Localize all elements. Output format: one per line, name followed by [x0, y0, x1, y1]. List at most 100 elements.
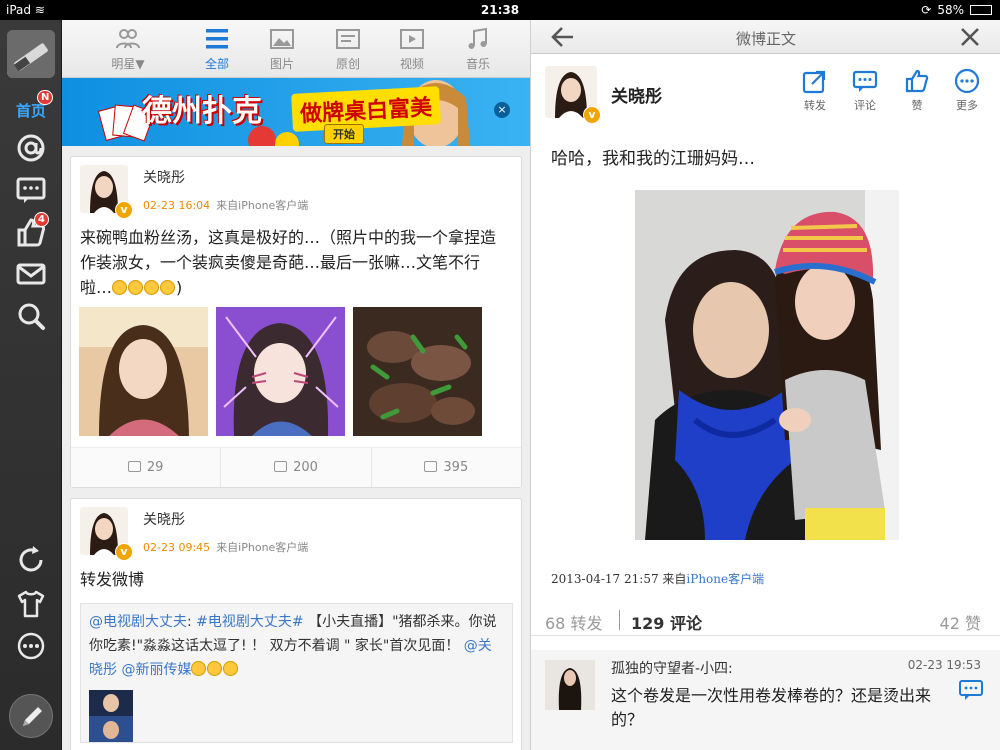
repost-count: 29 [146, 460, 164, 475]
rotation-lock-icon: ⟳ [921, 3, 932, 17]
comment-tab-label: 评论 [664, 614, 702, 633]
like-button[interactable]: 395 [372, 448, 521, 487]
feed-card[interactable]: v 关晓彤 02-23 16:04 来自iPhone客户端 来碗鸭血粉丝汤，这真是… [70, 156, 522, 488]
mention-link[interactable]: @电视剧大丈夫 [89, 614, 187, 630]
thinking-emoji-icon [191, 661, 207, 676]
mention-link[interactable]: @新丽传媒 [121, 662, 191, 678]
action-label: 更多 [956, 99, 978, 112]
sidebar-item-home[interactable]: 首页 [0, 96, 62, 126]
author-name[interactable]: 关晓彤 [143, 509, 185, 529]
detail-like-button[interactable]: 赞 [897, 68, 937, 113]
music-note-icon [468, 27, 487, 49]
detail-header: 微博正文 [531, 20, 1000, 54]
verified-badge-icon: v [115, 201, 133, 219]
tab-video[interactable]: 视频 [382, 26, 442, 76]
detail-photo[interactable] [635, 190, 899, 540]
message-icon[interactable] [15, 174, 47, 206]
thumbs-up-icon [424, 461, 438, 472]
detail-comment-tab[interactable]: 129 评论 [631, 610, 702, 634]
post-detail-panel: 微博正文 v 关晓彤 转发 评论 赞 更多 哈哈，我和我的江珊妈妈… 2013-… [530, 20, 1000, 750]
commenter-avatar[interactable] [545, 660, 595, 710]
battery-icon [970, 5, 992, 15]
thinking-emoji-icon [207, 661, 223, 676]
close-button[interactable] [959, 26, 981, 48]
post-meta: 02-23 16:04 来自iPhone客户端 [143, 197, 308, 213]
detail-stats: 68 转发 129 评论 42 赞 [531, 604, 1000, 636]
divider [619, 610, 620, 630]
post-actions: 29 200 395 [71, 447, 521, 487]
detail-time: 2013-04-17 21:57 来自 [551, 572, 687, 586]
detail-more-button[interactable]: 更多 [947, 68, 987, 113]
ad-title: 德州扑克 [142, 94, 262, 129]
user-avatar[interactable] [7, 30, 55, 78]
post-meta: 02-23 09:45 来自iPhone客户端 [143, 539, 308, 555]
comment-icon [852, 70, 878, 92]
repost-icon [127, 461, 141, 472]
list-icon [206, 29, 228, 49]
post-image[interactable] [216, 307, 345, 436]
detail-title: 微博正文 [735, 30, 796, 48]
detail-repost-count[interactable]: 68 转发 [545, 610, 602, 634]
commenter-name[interactable]: 孤独的守望者-小四: [611, 658, 733, 678]
grin-emoji-icon [128, 280, 144, 295]
ad-close-button[interactable]: × [494, 102, 510, 118]
detail-source-link[interactable]: iPhone客户端 [686, 572, 764, 586]
comment-count: 200 [293, 460, 318, 475]
author-name[interactable]: 关晓彤 [611, 82, 662, 107]
post-image[interactable] [353, 307, 482, 436]
feed-card[interactable]: v 关晓彤 02-23 09:45 来自iPhone客户端 转发微博 @电视剧大丈… [70, 498, 522, 750]
verified-badge-icon: v [583, 106, 601, 124]
detail-like-count[interactable]: 42 赞 [940, 610, 981, 634]
tab-original[interactable]: 原创 [318, 26, 378, 76]
post-time: 02-23 09:45 [143, 541, 211, 554]
reply-comment-button[interactable] [959, 680, 983, 702]
tab-label: 视频 [399, 57, 424, 71]
post-text: 转发微博 [80, 570, 145, 589]
video-icon [400, 29, 424, 49]
repost-icon [802, 70, 826, 94]
action-label: 转发 [804, 99, 826, 112]
comment-icon [274, 461, 288, 472]
refresh-icon[interactable] [15, 544, 47, 576]
comment-icon [959, 680, 983, 700]
tab-stars[interactable]: 明星▼ [98, 26, 158, 76]
author-name[interactable]: 关晓彤 [143, 167, 185, 187]
timeline-tabs: 明星▼ 全部 图片 原创 视频 音乐 [62, 20, 530, 78]
comment-item[interactable]: 孤独的守望者-小四: 02-23 19:53 这个卷发是一次性用卷发棒卷的？还是… [531, 650, 1000, 750]
tab-all[interactable]: 全部 [187, 26, 247, 76]
ad-banner[interactable]: 德州扑克 做牌桌白富美 开始 × [62, 78, 530, 146]
reposted-text: @电视剧大丈夫: #电视剧大丈夫# 【小夫直播】"猪都杀来。你说你吃素!"淼淼这… [89, 614, 497, 678]
clock: 21:38 [480, 3, 520, 17]
detail-repost-button[interactable]: 转发 [795, 68, 835, 113]
reposted-image[interactable] [89, 690, 133, 742]
theme-shirt-icon[interactable] [15, 588, 47, 620]
comment-count: 129 [631, 614, 665, 633]
search-icon[interactable] [15, 300, 47, 332]
compose-button[interactable] [9, 694, 53, 738]
comment-button[interactable]: 200 [221, 448, 372, 487]
grin-emoji-icon [160, 280, 176, 295]
repost-button[interactable]: 29 [71, 448, 222, 487]
thinking-emoji-icon [223, 661, 239, 676]
post-text: 来碗鸭血粉丝汤，这真是极好的…（照片中的我一个拿捏造作装淑女，一个装疯卖傻是奇葩… [80, 228, 497, 297]
tab-label: 原创 [335, 57, 360, 71]
hashtag-link[interactable]: #电视剧大丈夫# [196, 614, 303, 630]
post-source: 来自iPhone客户端 [216, 541, 309, 554]
ad-subtitle: 做牌桌白富美 [291, 86, 441, 132]
ad-start-button[interactable]: 开始 [324, 124, 364, 144]
post-image[interactable] [79, 307, 208, 436]
battery-percent: 58% [937, 3, 964, 17]
mention-icon[interactable] [15, 132, 47, 164]
reposted-content[interactable]: @电视剧大丈夫: #电视剧大丈夫# 【小夫直播】"猪都杀来。你说你吃素!"淼淼这… [80, 603, 513, 743]
action-label: 评论 [854, 99, 876, 112]
more-icon[interactable] [15, 630, 47, 662]
thumbs-up-icon [905, 69, 929, 93]
tab-images[interactable]: 图片 [252, 26, 312, 76]
comment-text: 这个卷发是一次性用卷发棒卷的？还是烫出来的？ [611, 686, 932, 729]
detail-post-text: 哈哈，我和我的江珊妈妈… [551, 149, 755, 169]
detail-comment-button[interactable]: 评论 [845, 68, 885, 113]
status-bar: iPad ≋ 21:38 ⟳ 58% [0, 0, 1000, 20]
mail-icon[interactable] [15, 258, 47, 290]
pencil-icon [23, 707, 42, 726]
tab-music[interactable]: 音乐 [448, 26, 508, 76]
